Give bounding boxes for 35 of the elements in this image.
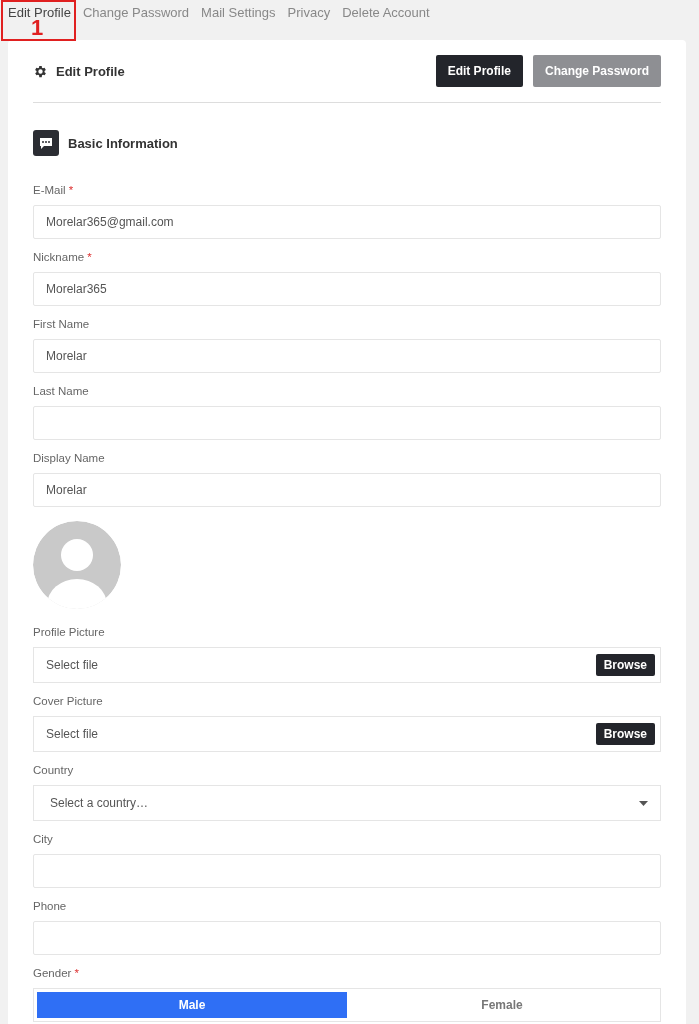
settings-icon <box>33 63 48 79</box>
gender-option[interactable]: Male <box>37 992 347 1018</box>
field-label: Phone <box>33 899 68 913</box>
field-label: Last Name <box>33 384 90 398</box>
field-label: Nickname * <box>33 250 93 264</box>
text-field[interactable]: Morelar365 <box>33 272 661 306</box>
field-label: E-Mail * <box>33 183 75 197</box>
section-title: Basic Information <box>68 135 178 151</box>
field-label: Country <box>33 763 75 777</box>
text-field[interactable]: Morelar <box>33 473 661 507</box>
caret-icon <box>639 800 648 806</box>
chat-icon <box>33 130 59 156</box>
file-placeholder: Select file <box>46 658 100 672</box>
select-placeholder: Select a country… <box>50 796 150 810</box>
field-label: Cover Picture <box>33 694 104 708</box>
text-field[interactable] <box>33 921 661 955</box>
gender-toggle[interactable]: Male Female <box>33 988 661 1022</box>
file-field[interactable]: Select file Browse <box>33 716 661 752</box>
avatar-icon <box>33 521 121 609</box>
field-label: First Name <box>33 317 91 331</box>
field-label: City <box>33 832 54 846</box>
field-label: Display Name <box>33 451 106 465</box>
file-placeholder: Select file <box>46 727 100 741</box>
field-label: Profile Picture <box>33 625 106 639</box>
page-title: Edit Profile <box>56 63 126 79</box>
header-button[interactable]: Edit Profile <box>435 55 523 87</box>
country-select[interactable]: Select a country… <box>33 785 661 821</box>
field-label: Gender * <box>33 966 81 980</box>
text-field[interactable] <box>33 854 661 888</box>
file-field[interactable]: Select file Browse <box>33 647 661 683</box>
text-field[interactable]: Morelar365@gmail.com <box>33 205 661 239</box>
browse-button[interactable]: Browse <box>595 654 655 676</box>
text-field[interactable] <box>33 406 661 440</box>
browse-button[interactable]: Browse <box>595 723 655 745</box>
text-field[interactable]: Morelar <box>33 339 661 373</box>
